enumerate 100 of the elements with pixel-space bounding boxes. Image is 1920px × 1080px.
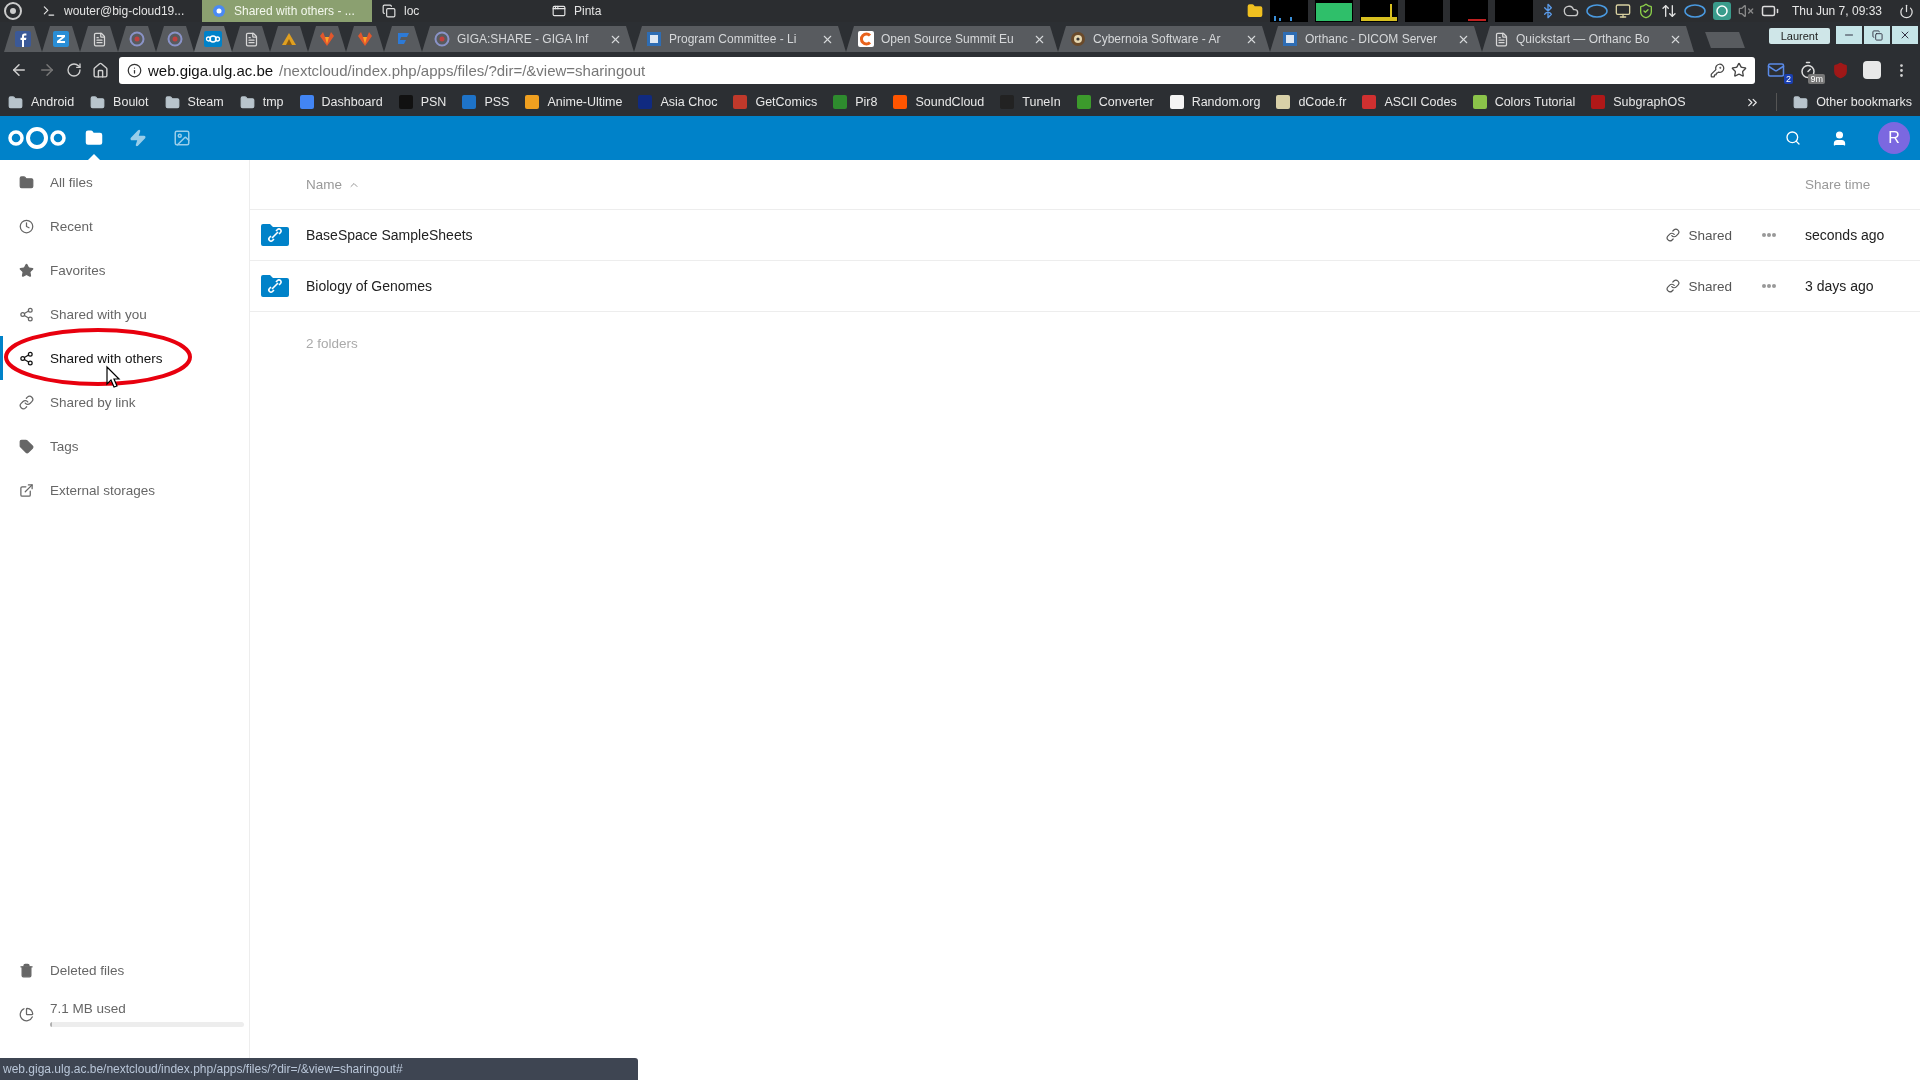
extension-icon[interactable] bbox=[1863, 61, 1881, 79]
volume-muted-icon[interactable] bbox=[1737, 3, 1754, 19]
peak-icon bbox=[281, 31, 297, 47]
square-logo-icon bbox=[1282, 31, 1298, 47]
bookmark[interactable]: Steam bbox=[164, 94, 224, 110]
facebook-icon bbox=[15, 31, 31, 47]
sidebar-item[interactable]: Recent bbox=[0, 204, 249, 248]
browser-tab[interactable]: Cybernoia Software - Ar bbox=[1058, 26, 1270, 52]
chip-icon[interactable] bbox=[1683, 4, 1706, 18]
minimize-button[interactable] bbox=[1836, 26, 1862, 44]
monitor-graph-icon bbox=[1269, 0, 1308, 22]
more-actions-icon[interactable] bbox=[1760, 232, 1777, 238]
bookmark[interactable]: Dashboard bbox=[299, 95, 383, 109]
pinned-tab[interactable] bbox=[42, 26, 80, 52]
bookmark[interactable]: SubgraphOS bbox=[1591, 95, 1686, 109]
taskbar-item[interactable]: loc bbox=[372, 0, 542, 22]
pinned-tab[interactable] bbox=[270, 26, 308, 52]
sidebar-item[interactable]: Tags bbox=[0, 424, 249, 468]
back-icon[interactable] bbox=[10, 61, 28, 79]
tag-icon bbox=[19, 438, 34, 454]
pinned-tab[interactable] bbox=[4, 26, 42, 52]
search-icon[interactable] bbox=[1785, 130, 1801, 146]
fox-icon bbox=[319, 31, 335, 47]
bookmark[interactable]: Asia Choc bbox=[638, 95, 718, 109]
mail-icon[interactable] bbox=[1767, 61, 1785, 79]
sidebar-item[interactable]: Deleted files bbox=[0, 948, 249, 992]
file-name[interactable]: Biology of Genomes bbox=[306, 278, 1667, 294]
chip-icon[interactable] bbox=[1585, 4, 1608, 18]
cloud-icon[interactable] bbox=[1562, 3, 1579, 19]
file-name[interactable]: BaseSpace SampleSheets bbox=[306, 227, 1667, 243]
taskbar-item[interactable]: wouter@big-cloud19... bbox=[32, 0, 202, 22]
target-icon[interactable] bbox=[1712, 2, 1731, 20]
browser-tab[interactable]: GIGA:SHARE - GIGA Inf bbox=[422, 26, 634, 52]
pinned-tab[interactable] bbox=[80, 26, 118, 52]
browser-icon bbox=[212, 4, 226, 18]
star-icon bbox=[19, 262, 34, 278]
link-icon bbox=[1666, 228, 1681, 242]
bookmark[interactable]: Converter bbox=[1076, 95, 1154, 109]
bookmark[interactable]: Pir8 bbox=[833, 95, 878, 109]
more-actions-icon[interactable] bbox=[1760, 283, 1777, 289]
address-field[interactable]: web.giga.ulg.ac.be /nextcloud/index.php/apps/files/?dir=/&view=sharingout bbox=[119, 56, 1755, 84]
pinned-tab[interactable] bbox=[194, 26, 232, 52]
sidebar-item[interactable]: Favorites bbox=[0, 248, 249, 292]
monitor-icon[interactable] bbox=[1614, 3, 1631, 19]
folder-count: 2 folders bbox=[305, 335, 359, 351]
bookmark[interactable]: PSS bbox=[462, 95, 510, 109]
power-icon[interactable] bbox=[1899, 3, 1914, 19]
bookmark[interactable]: PSN bbox=[398, 95, 447, 109]
bookmark[interactable]: GetComics bbox=[733, 95, 818, 109]
quota-icon bbox=[19, 1006, 34, 1022]
files-app-icon[interactable] bbox=[85, 129, 103, 147]
share-status[interactable]: Shared bbox=[1666, 227, 1732, 243]
bookmark[interactable]: Other bookmarks bbox=[1793, 94, 1912, 110]
monitor-graph-icon bbox=[1404, 0, 1443, 22]
info-icon[interactable] bbox=[127, 62, 142, 78]
monitor-graph-icon bbox=[1449, 0, 1488, 22]
sidebar-item[interactable]: External storages bbox=[0, 468, 249, 512]
clock-icon bbox=[19, 218, 34, 234]
app-menu-icon[interactable] bbox=[2, 0, 24, 22]
folder-icon[interactable] bbox=[1246, 3, 1263, 19]
page-icon bbox=[91, 31, 107, 47]
bookmark[interactable]: dCode.fr bbox=[1276, 95, 1347, 109]
shield-check-icon[interactable] bbox=[1637, 3, 1654, 19]
bookmark[interactable]: SoundCloud bbox=[893, 95, 985, 109]
bookmark[interactable]: Android bbox=[8, 94, 75, 110]
bookmark-star-icon[interactable] bbox=[1731, 62, 1747, 78]
key-icon[interactable] bbox=[1710, 62, 1725, 78]
bookmark[interactable]: Colors Tutorial bbox=[1472, 95, 1576, 109]
browser-tab[interactable]: Program Committee - Li bbox=[634, 26, 846, 52]
link-icon bbox=[1666, 279, 1681, 293]
quota-text: 7.1 MB used bbox=[50, 1001, 127, 1016]
browser-tab[interactable]: Orthanc - DICOM Server bbox=[1270, 26, 1482, 52]
browser-tab[interactable]: Open Source Summit Eu bbox=[846, 26, 1058, 52]
bookmark[interactable]: ASCII Codes bbox=[1362, 95, 1457, 109]
sidebar-item[interactable]: Shared with you bbox=[0, 292, 249, 336]
contacts-icon[interactable] bbox=[1831, 129, 1848, 147]
terminal-icon bbox=[42, 4, 56, 18]
monitor-graph-icon bbox=[1494, 0, 1533, 22]
home-icon[interactable] bbox=[92, 61, 109, 79]
profile-button[interactable]: Laurent bbox=[1768, 28, 1830, 44]
bookmark[interactable]: Anime-Ultime bbox=[525, 95, 623, 109]
network-icon[interactable] bbox=[1660, 3, 1677, 19]
bookmark[interactable]: tmp bbox=[239, 94, 284, 110]
bookmark[interactable]: TuneIn bbox=[1000, 95, 1061, 109]
forward-icon[interactable] bbox=[38, 61, 56, 79]
taskbar-item[interactable]: Pinta bbox=[542, 0, 712, 22]
user-avatar[interactable]: R bbox=[1878, 122, 1910, 154]
bookmark[interactable]: Boulot bbox=[90, 94, 149, 110]
pinned-tab[interactable] bbox=[232, 26, 270, 52]
reload-icon[interactable] bbox=[66, 62, 82, 78]
z-logo-icon bbox=[53, 31, 69, 47]
browser-tab[interactable]: Quickstart — Orthanc Bo bbox=[1482, 26, 1694, 52]
share-time: 3 days ago bbox=[1805, 278, 1875, 294]
share-status[interactable]: Shared bbox=[1666, 278, 1732, 294]
bookmark[interactable]: Random.org bbox=[1169, 95, 1261, 109]
sidebar-item[interactable]: All files bbox=[0, 160, 249, 204]
sidebar-item[interactable]: Shared by link bbox=[0, 380, 249, 424]
files-icon bbox=[382, 4, 396, 18]
close-window-button[interactable] bbox=[1892, 26, 1918, 44]
close-icon bbox=[1899, 29, 1911, 41]
